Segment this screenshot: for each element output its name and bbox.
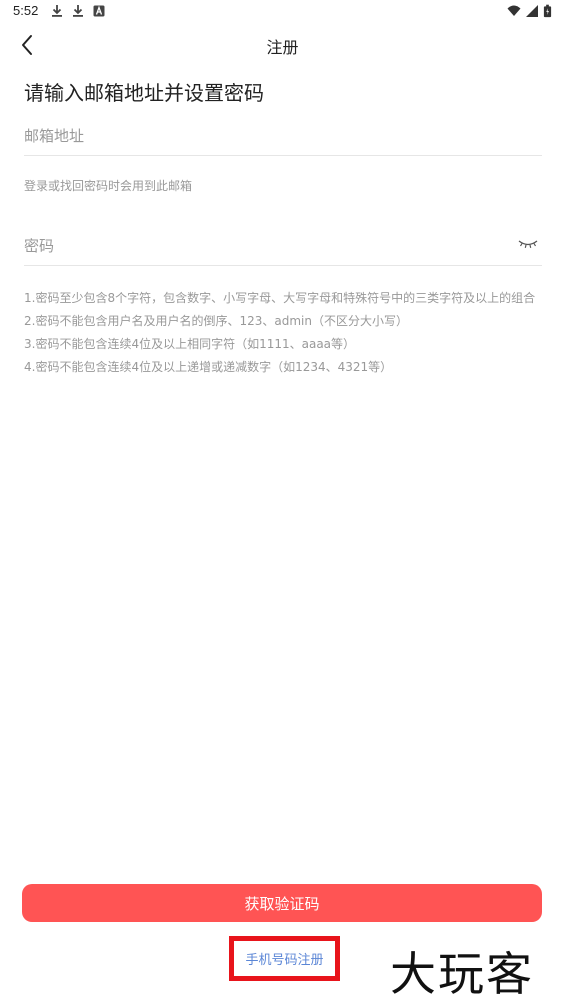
watermark: 大玩客 [390,947,534,1001]
password-rule: 4.密码不能包含连续4位及以上递增或递减数字（如1234、4321等） [24,360,393,374]
email-field-container [24,116,542,156]
password-rule: 1.密码至少包含8个字符，包含数字、小写字母、大写字母和特殊符号中的三类字符及以… [24,291,536,305]
get-verification-code-button[interactable]: 获取验证码 [22,884,542,922]
download-icon [73,5,83,17]
status-bar: 5:52 [0,0,565,24]
form-heading: 请输入邮箱地址并设置密码 [24,81,264,105]
notification-icons [50,4,106,18]
phone-register-link[interactable]: 手机号码注册 [245,949,323,968]
password-rules: 1.密码至少包含8个字符，包含数字、小写字母、大写字母和特殊符号中的三类字符及以… [24,287,542,379]
password-rule: 2.密码不能包含用户名及用户名的倒序、123、admin（不区分大小写） [24,314,408,328]
signal-icon [526,5,538,17]
phone-register-highlight: 手机号码注册 [229,936,340,981]
password-field[interactable] [24,226,542,265]
app-a-icon [93,5,105,17]
nav-bar: 注册 [0,24,565,66]
password-visibility-toggle[interactable] [516,234,540,254]
email-hint: 登录或找回密码时会用到此邮箱 [24,179,193,193]
email-field[interactable] [24,116,542,155]
status-time: 5:52 [13,3,39,18]
page-title: 注册 [266,38,299,57]
download-icon [52,5,62,17]
password-field-container [24,226,542,266]
eye-closed-icon [518,240,538,248]
system-icons [507,4,552,18]
wifi-icon [507,5,521,16]
battery-icon [543,4,552,18]
password-rule: 3.密码不能包含连续4位及以上相同字符（如1111、aaaa等） [24,337,356,351]
